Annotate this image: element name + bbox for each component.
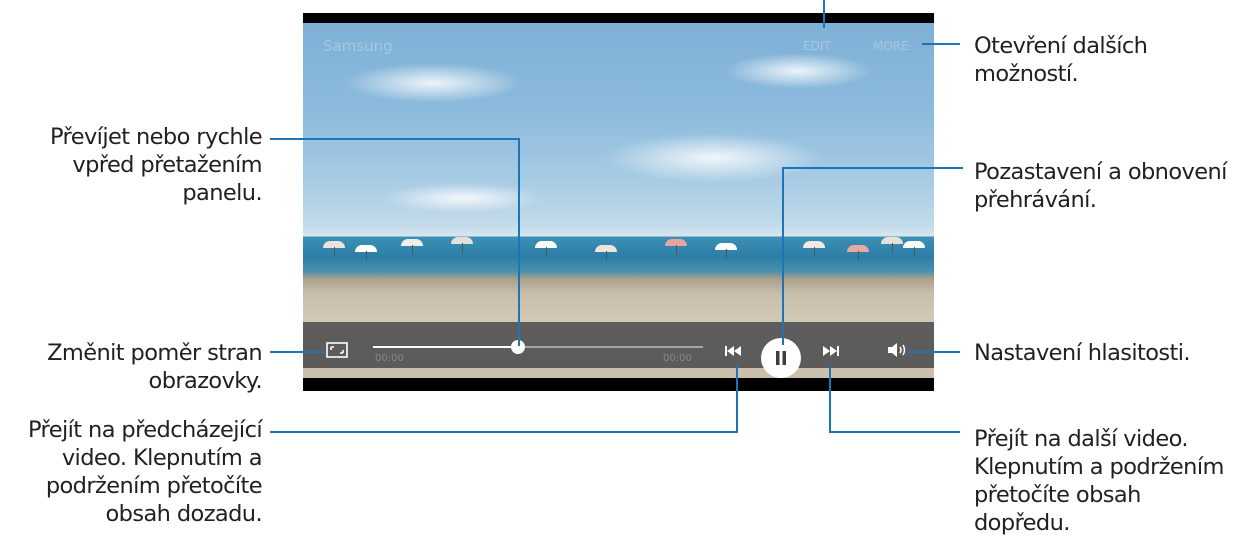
aspect-ratio-button[interactable]	[325, 341, 349, 359]
next-button[interactable]	[821, 343, 841, 359]
more-options-caption: Otevření dalších možností.	[974, 33, 1148, 87]
previous-icon	[725, 346, 741, 356]
volume-button[interactable]	[885, 341, 909, 359]
volume-caption: Nastavení hlasitosti.	[974, 340, 1191, 366]
aspect-ratio-icon	[326, 342, 348, 358]
more-options-button[interactable]: MORE	[873, 39, 909, 53]
video-player: Samsung EDIT MORE 00:00 00:00	[303, 13, 934, 391]
pause-button[interactable]	[761, 338, 801, 378]
previous-caption: Přejít na předcházející video. Klepnutím …	[27, 417, 263, 527]
video-title: Samsung	[323, 37, 393, 55]
next-caption: Přejít na další video. Klepnutím a podrže…	[974, 426, 1224, 536]
progress-played	[373, 346, 519, 348]
time-elapsed: 00:00	[375, 353, 404, 364]
seek-caption: Převíjet nebo rychle vpřed přetažením pane…	[49, 124, 263, 206]
volume-icon	[888, 343, 906, 357]
aspect-ratio-caption: Změnit poměr stran obrazovky.	[47, 340, 263, 394]
previous-button[interactable]	[723, 343, 743, 359]
time-total: 00:00	[663, 353, 692, 364]
pause-resume-caption: Pozastavení a obnovení přehrávání.	[974, 159, 1227, 213]
next-icon	[823, 346, 839, 356]
pause-icon	[776, 351, 786, 365]
edit-button[interactable]: EDIT	[803, 39, 831, 53]
